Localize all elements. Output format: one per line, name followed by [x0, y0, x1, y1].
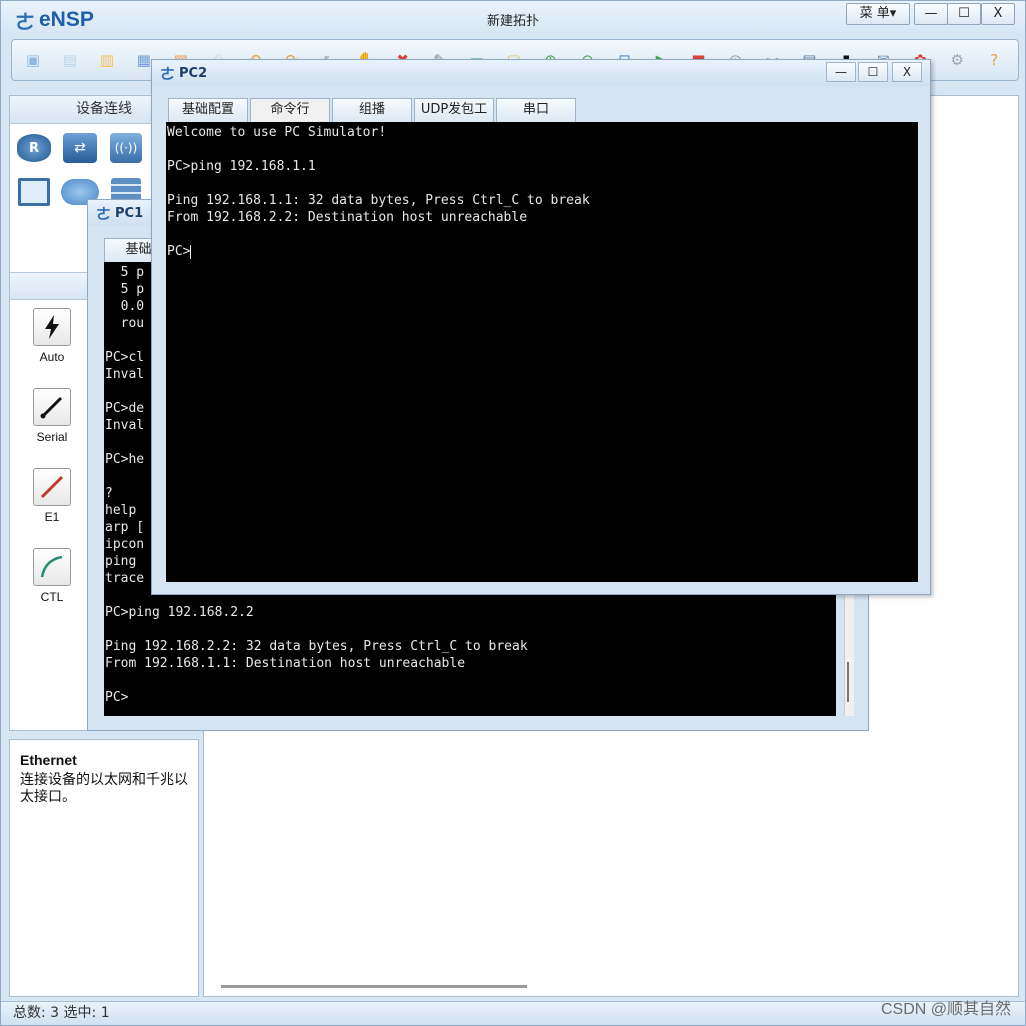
cable-e1[interactable]: E1	[32, 468, 72, 524]
menu-button[interactable]: 菜 单▾	[846, 3, 910, 25]
console-line: PC>cl	[105, 350, 145, 365]
console-line: PC>de	[105, 401, 145, 416]
console-line: Welcome to use PC Simulator!	[167, 125, 387, 140]
pc2-title-bar[interactable]: ㄜ PC2 — ☐ X	[152, 60, 930, 86]
pc2-title: PC2	[179, 66, 208, 81]
maximize-button[interactable]: ☐	[947, 3, 981, 25]
console-line: PC>he	[105, 452, 145, 467]
cable-auto[interactable]: Auto	[32, 308, 72, 364]
pc1-title: PC1	[115, 206, 144, 221]
horizontal-scrollbar[interactable]	[221, 985, 527, 988]
console-line: 0.0	[105, 299, 145, 314]
status-text: 总数: 3 选中: 1	[13, 1005, 110, 1021]
console-line: PC>	[167, 244, 191, 259]
close-button[interactable]: X	[981, 3, 1015, 25]
help-icon[interactable]: ?	[981, 47, 1007, 73]
console-line: rou	[105, 316, 145, 331]
pc2-window[interactable]: ㄜPC2 — ☐ X 基础配置命令行组播UDP发包工具串口 Welcome to…	[151, 59, 931, 595]
cable-info-panel: Ethernet 连接设备的以太网和千兆以太接口。	[9, 739, 199, 997]
new-topology-icon[interactable]: ▣	[20, 47, 46, 73]
console-line: From 192.168.2.2: Destination host unrea…	[167, 210, 528, 225]
serial-cable-icon	[33, 388, 71, 426]
pc-icon	[18, 178, 50, 206]
tab-2[interactable]: 组播	[332, 98, 412, 122]
ensp-main-window: ㄜ eNSP 新建拓扑 菜 单▾ — ☐ X ▣▤▥▦▧⎙↶↷↖✋✖✎▭▢⊕⊖⊡…	[0, 0, 1026, 1026]
console-line: Ping 192.168.1.1: 32 data bytes, Press C…	[167, 193, 590, 208]
open-icon[interactable]: ▥	[94, 47, 120, 73]
text-cursor	[190, 244, 192, 259]
e1-cable-icon	[33, 468, 71, 506]
pc2-minimize-button[interactable]: —	[826, 62, 856, 82]
info-description: 连接设备的以太网和千兆以太接口。	[20, 772, 188, 805]
console-line: PC>	[105, 690, 129, 705]
pc-category-icon[interactable]	[14, 172, 54, 212]
wireless-ap-icon: ((·))	[110, 133, 142, 163]
console-line: 5 p	[105, 282, 145, 297]
cable-label: Serial	[36, 430, 68, 444]
pc2-tabs: 基础配置命令行组播UDP发包工具串口	[168, 98, 578, 139]
console-line: Ping 192.168.2.2: 32 data bytes, Press C…	[105, 639, 528, 654]
auto-cable-icon	[33, 308, 71, 346]
cable-ctl[interactable]: CTL	[32, 548, 72, 604]
watermark: CSDN @顺其自然	[880, 1001, 1011, 1018]
ensp-logo-icon: ㄜ	[96, 205, 112, 223]
title-bar: ㄜ eNSP 新建拓扑 菜 单▾ — ☐ X	[1, 1, 1025, 37]
pc2-close-button[interactable]: X	[892, 62, 922, 82]
info-title: Ethernet	[20, 752, 77, 768]
console-line: arp [	[105, 520, 145, 535]
console-line: help	[105, 503, 137, 518]
status-bar: 总数: 3 选中: 1	[1, 1001, 1025, 1025]
router-icon: R	[17, 134, 51, 162]
console-line: 5 p	[105, 265, 145, 280]
switch-icon: ⇄	[63, 133, 97, 163]
wlan-category-icon[interactable]: ((·))	[106, 128, 146, 168]
ctl-cable-icon	[33, 548, 71, 586]
ensp-logo-icon: ㄜ	[160, 65, 176, 83]
new-lab-icon[interactable]: ▤	[57, 47, 83, 73]
console-line: From 192.168.1.1: Destination host unrea…	[105, 656, 466, 671]
console-line: trace	[105, 571, 145, 586]
console-line: PC>ping 192.168.1.1	[167, 159, 316, 174]
console-line: Inval	[105, 418, 145, 433]
cable-label: CTL	[40, 590, 64, 604]
cable-label: Auto	[39, 350, 65, 364]
minimize-button[interactable]: —	[914, 3, 948, 25]
cable-serial[interactable]: Serial	[32, 388, 72, 444]
settings-icon[interactable]: ⚙	[944, 47, 970, 73]
console-line: ipcon	[105, 537, 145, 552]
console-line: PC>ping 192.168.2.2	[105, 605, 254, 620]
console-line: ping	[105, 554, 137, 569]
console-line: ?	[105, 486, 113, 501]
router-category-icon[interactable]: R	[14, 128, 54, 168]
cable-label: E1	[44, 510, 60, 524]
pc2-console-output[interactable]: Welcome to use PC Simulator! PC>ping 192…	[166, 122, 918, 582]
switch-category-icon[interactable]: ⇄	[60, 128, 100, 168]
scroll-thumb[interactable]	[847, 662, 849, 702]
tab-0[interactable]: 基础配置	[168, 98, 248, 122]
console-line: Inval	[105, 367, 145, 382]
tab-3[interactable]: UDP发包工具	[414, 98, 494, 139]
tab-4[interactable]: 串口	[496, 98, 576, 122]
tab-1[interactable]: 命令行	[250, 98, 330, 122]
pc2-maximize-button[interactable]: ☐	[858, 62, 888, 82]
